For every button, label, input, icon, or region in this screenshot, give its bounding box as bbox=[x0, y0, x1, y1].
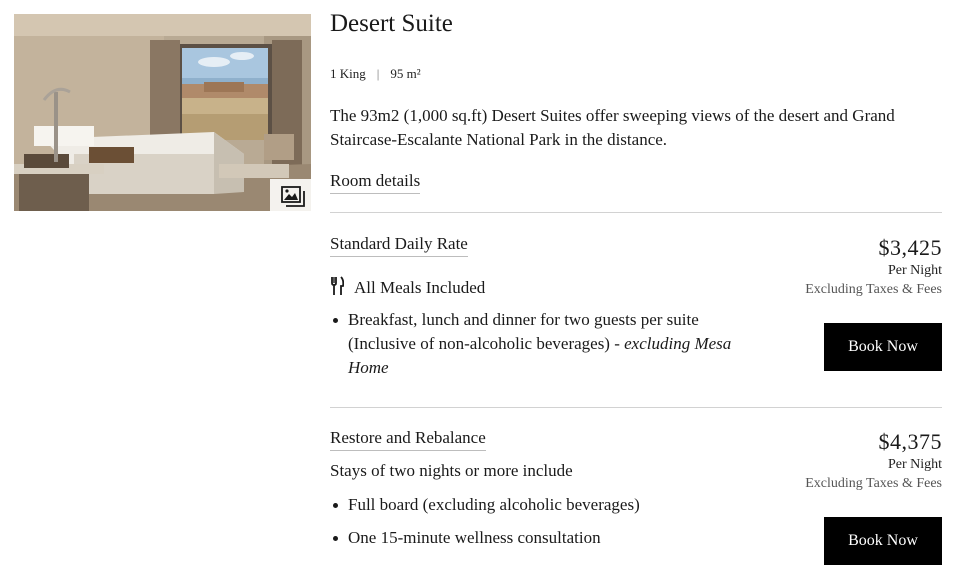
taxes-note: Excluding Taxes & Fees bbox=[805, 476, 942, 491]
rate-inclusion-text: All Meals Included bbox=[354, 278, 486, 297]
price-block: $3,425 Per Night Excluding Taxes & Fees bbox=[805, 234, 942, 300]
rate-standard-daily: Standard Daily Rate All Meals Included B… bbox=[330, 234, 942, 384]
rate-inclusion-text: Stays of two nights or more include bbox=[330, 461, 573, 480]
divider bbox=[330, 407, 942, 408]
gallery-button[interactable] bbox=[270, 179, 311, 211]
rate-inclusion: All Meals Included bbox=[330, 276, 485, 301]
price-block: $4,375 Per Night Excluding Taxes & Fees bbox=[805, 428, 942, 494]
room-title: Desert Suite bbox=[330, 10, 453, 37]
rate-restore-rebalance: Restore and Rebalance Stays of two night… bbox=[330, 428, 942, 578]
rate-bullets: Breakfast, lunch and dinner for two gues… bbox=[330, 308, 770, 380]
rate-name-link[interactable]: Restore and Rebalance bbox=[330, 428, 486, 451]
rate-price: $3,425 bbox=[878, 235, 942, 260]
rate-bullets: Full board (excluding alcoholic beverage… bbox=[330, 493, 770, 550]
rate-name-link[interactable]: Standard Daily Rate bbox=[330, 234, 468, 257]
room-size: 95 m² bbox=[390, 66, 421, 81]
list-item: One 15-minute wellness consultation bbox=[330, 526, 770, 550]
list-item: Full board (excluding alcoholic beverage… bbox=[330, 493, 770, 517]
room-beds: 1 King bbox=[330, 66, 366, 81]
list-item: Breakfast, lunch and dinner for two gues… bbox=[330, 308, 770, 380]
book-now-button[interactable]: Book Now bbox=[824, 517, 942, 565]
room-photo-scene bbox=[14, 14, 311, 211]
room-photo[interactable] bbox=[14, 14, 311, 211]
rate-price: $4,375 bbox=[878, 429, 942, 454]
divider bbox=[330, 212, 942, 213]
gallery-icon bbox=[280, 186, 305, 207]
taxes-note: Excluding Taxes & Fees bbox=[805, 282, 942, 297]
room-details-link[interactable]: Room details bbox=[330, 171, 421, 194]
room-meta: 1 King | 95 m² bbox=[330, 66, 421, 82]
book-now-button[interactable]: Book Now bbox=[824, 323, 942, 371]
per-night-label: Per Night bbox=[887, 263, 942, 278]
fork-knife-icon bbox=[330, 276, 345, 301]
meta-separator: | bbox=[376, 66, 380, 81]
per-night-label: Per Night bbox=[887, 457, 942, 472]
room-description: The 93m2 (1,000 sq.ft) Desert Suites off… bbox=[330, 106, 895, 149]
